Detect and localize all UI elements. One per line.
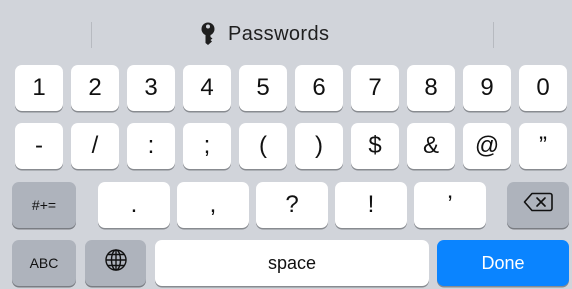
key-2[interactable]: 2 xyxy=(71,65,119,111)
abc-key[interactable]: ABC xyxy=(12,240,76,286)
passwords-label: Passwords xyxy=(228,22,330,45)
key-1[interactable]: 1 xyxy=(15,65,63,111)
key-8[interactable]: 8 xyxy=(407,65,455,111)
passwords-suggestion[interactable]: Passwords xyxy=(200,18,329,50)
key-at[interactable]: @ xyxy=(463,123,511,169)
key-open-paren[interactable]: ( xyxy=(239,123,287,169)
key-comma[interactable]: , xyxy=(177,182,249,228)
globe-key[interactable] xyxy=(85,240,146,286)
key-dollar[interactable]: $ xyxy=(351,123,399,169)
key-icon xyxy=(200,22,216,46)
globe-icon xyxy=(104,248,128,279)
key-quote[interactable]: ” xyxy=(519,123,567,169)
key-semicolon[interactable]: ; xyxy=(183,123,231,169)
key-3[interactable]: 3 xyxy=(127,65,175,111)
key-slash[interactable]: / xyxy=(71,123,119,169)
key-6[interactable]: 6 xyxy=(295,65,343,111)
key-7[interactable]: 7 xyxy=(351,65,399,111)
key-4[interactable]: 4 xyxy=(183,65,231,111)
key-close-paren[interactable]: ) xyxy=(295,123,343,169)
key-period[interactable]: . xyxy=(98,182,170,228)
key-exclamation[interactable]: ! xyxy=(335,182,407,228)
space-key[interactable]: space xyxy=(155,240,429,286)
key-apostrophe[interactable]: ’ xyxy=(414,182,486,228)
delete-key[interactable] xyxy=(507,182,569,228)
suggestion-divider-right xyxy=(493,22,494,48)
suggestion-bar: Passwords xyxy=(0,8,572,60)
key-9[interactable]: 9 xyxy=(463,65,511,111)
key-colon[interactable]: : xyxy=(127,123,175,169)
backspace-icon xyxy=(523,191,553,219)
done-key[interactable]: Done xyxy=(437,240,569,286)
key-ampersand[interactable]: & xyxy=(407,123,455,169)
key-0[interactable]: 0 xyxy=(519,65,567,111)
keyboard: Passwords 1 2 3 4 5 6 7 8 9 0 - / : ; ( … xyxy=(0,0,572,289)
suggestion-divider-left xyxy=(91,22,92,48)
key-question[interactable]: ? xyxy=(256,182,328,228)
key-5[interactable]: 5 xyxy=(239,65,287,111)
more-symbols-key[interactable]: #+= xyxy=(12,182,76,228)
key-hyphen[interactable]: - xyxy=(15,123,63,169)
